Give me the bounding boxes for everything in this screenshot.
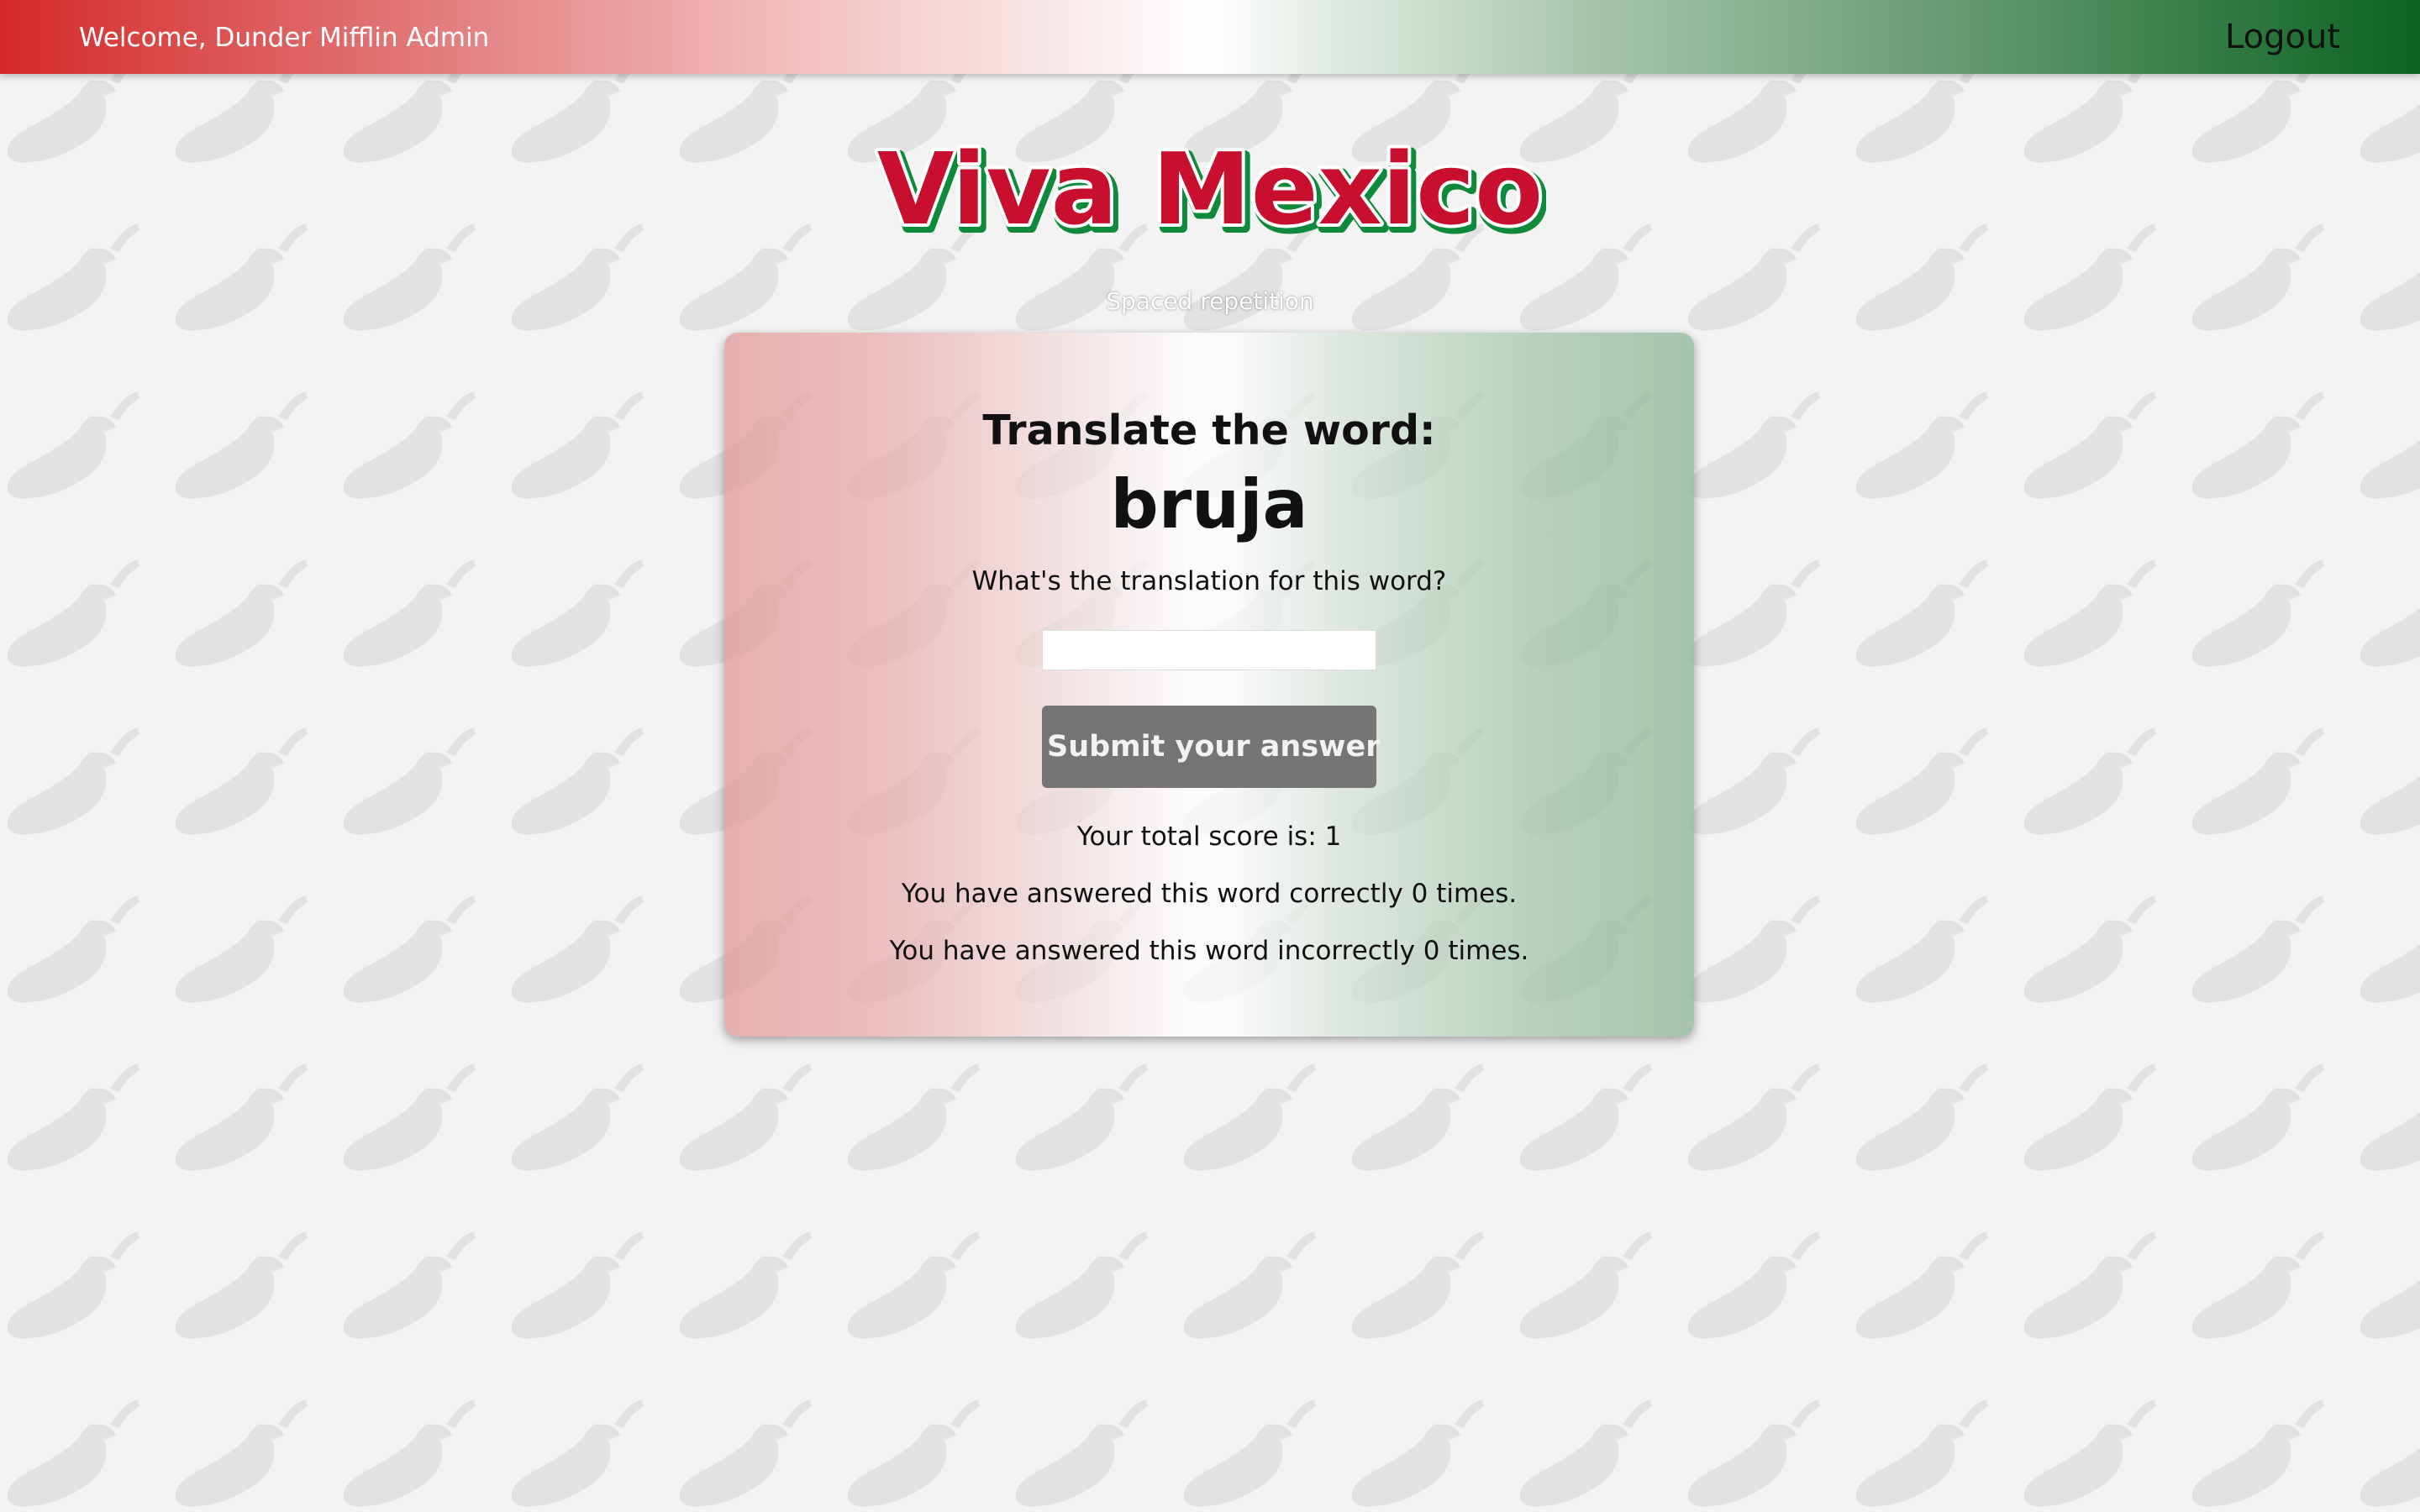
top-navigation-bar: Welcome, Dunder Mifflin Admin Logout <box>0 0 2420 74</box>
page-subtitle: Spaced repetition <box>1106 287 1314 315</box>
answer-input[interactable] <box>1042 630 1376 670</box>
total-score-text: Your total score is: 1 <box>1076 822 1342 852</box>
logout-button[interactable]: Logout <box>2225 17 2340 57</box>
word-to-translate: bruja <box>1110 465 1308 543</box>
card-heading: Translate the word: <box>982 407 1436 454</box>
welcome-message: Welcome, Dunder Mifflin Admin <box>79 23 490 53</box>
app-title: ¡Viva Mexico! <box>874 131 1546 247</box>
correct-count-text: You have answered this word correctly 0 … <box>901 879 1518 909</box>
flashcard-panel: Translate the word: bruja What's the tra… <box>724 333 1694 1037</box>
submit-answer-button[interactable]: Submit your answer <box>1042 706 1380 788</box>
translation-question: What's the translation for this word? <box>971 566 1447 596</box>
incorrect-count-text: You have answered this word incorrectly … <box>889 936 1529 966</box>
app-logo-title: ¡Viva Mexico! ¡Viva Mexico! ¡Viva Mexico… <box>874 128 1546 250</box>
